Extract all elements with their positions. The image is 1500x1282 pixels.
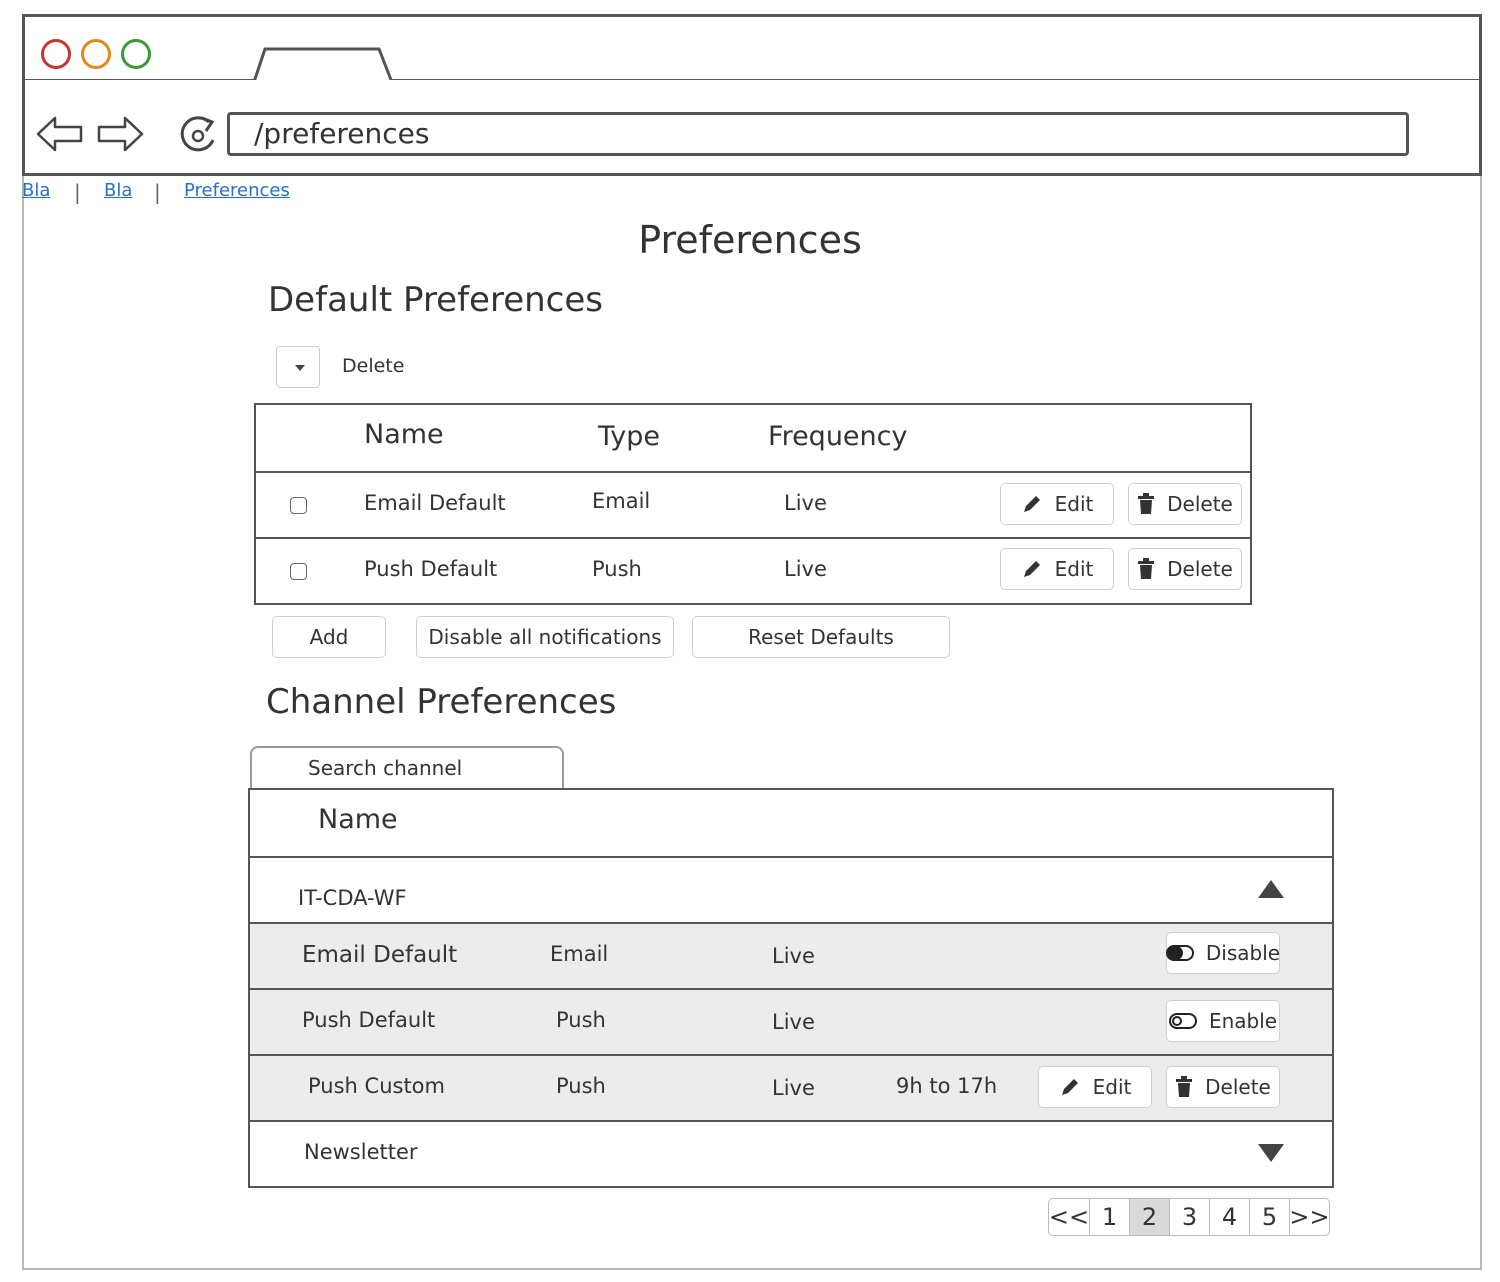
pagination-page-2[interactable]: 2 <box>1129 1199 1169 1235</box>
row-frequency: Live <box>772 1076 815 1100</box>
edit-button-label: Edit <box>1092 1075 1132 1099</box>
toggle-on-icon <box>1165 945 1194 961</box>
edit-button[interactable]: Edit <box>1000 483 1114 525</box>
row-checkbox[interactable] <box>290 497 307 514</box>
delete-button[interactable]: Delete <box>1128 548 1242 590</box>
table-row: Email Default Email Live Disable <box>250 924 1332 988</box>
default-preferences-table: Name Type Frequency Email Default Email … <box>254 403 1252 605</box>
pencil-icon <box>1023 496 1040 512</box>
delete-button-label: Delete <box>1205 1075 1271 1099</box>
add-button[interactable]: Add <box>272 616 386 658</box>
column-header-frequency: Frequency <box>768 421 908 452</box>
pagination-page-4[interactable]: 4 <box>1209 1199 1249 1235</box>
reset-defaults-button[interactable]: Reset Defaults <box>692 616 950 658</box>
close-window-icon[interactable] <box>41 39 71 69</box>
row-type: Push <box>556 1008 606 1032</box>
browser-titlebar <box>22 14 1482 86</box>
pagination-page-3[interactable]: 3 <box>1169 1199 1209 1235</box>
browser-navbar: /preferences <box>22 80 1482 176</box>
edit-button-label: Edit <box>1054 492 1094 516</box>
row-type: Push <box>592 557 642 581</box>
trash-icon <box>1138 493 1155 514</box>
column-header-name: Name <box>318 804 398 835</box>
channel-group-name: IT-CDA-WF <box>298 886 407 910</box>
breadcrumb-separator: | <box>74 180 81 204</box>
enable-button-label: Enable <box>1208 1009 1278 1033</box>
edit-button[interactable]: Edit <box>1000 548 1114 590</box>
row-name: Push Custom <box>308 1074 445 1098</box>
delete-button[interactable]: Delete <box>1128 483 1242 525</box>
table-row: Push Custom Push Live 9h to 17h Edit Del… <box>250 1056 1332 1120</box>
expand-triangle-icon[interactable] <box>1256 1142 1286 1164</box>
edit-button[interactable]: Edit <box>1038 1066 1152 1108</box>
collapse-triangle-icon[interactable] <box>1256 878 1286 900</box>
disable-all-notifications-button[interactable]: Disable all notifications <box>416 616 674 658</box>
pagination-page-1[interactable]: 1 <box>1089 1199 1129 1235</box>
forward-arrow-icon[interactable] <box>95 112 145 156</box>
bulk-select-dropdown[interactable] <box>276 346 320 388</box>
back-arrow-icon[interactable] <box>35 112 85 156</box>
row-frequency: Live <box>784 557 827 581</box>
delete-button-label: Delete <box>1167 492 1233 516</box>
trash-icon <box>1176 1076 1193 1097</box>
disable-button[interactable]: Disable <box>1165 932 1281 974</box>
row-divider <box>256 537 1250 539</box>
breadcrumb-link-2[interactable]: Bla <box>104 180 132 201</box>
breadcrumb-link-current[interactable]: Preferences <box>184 180 290 201</box>
disable-button-label: Disable <box>1205 941 1281 965</box>
address-bar[interactable]: /preferences <box>227 112 1409 156</box>
breadcrumb-separator: | <box>154 180 161 204</box>
pagination-page-5[interactable]: 5 <box>1249 1199 1289 1235</box>
enable-button[interactable]: Enable <box>1166 1000 1280 1042</box>
search-channel-input[interactable]: Search channel <box>250 746 564 790</box>
row-type: Email <box>550 942 609 966</box>
pencil-icon <box>1023 561 1040 577</box>
row-frequency: Live <box>772 944 815 968</box>
row-name: Email Default <box>302 942 458 968</box>
row-type: Email <box>592 489 651 513</box>
channel-preferences-heading: Channel Preferences <box>266 682 617 722</box>
edit-button-label: Edit <box>1054 557 1094 581</box>
column-header-type: Type <box>598 421 661 452</box>
pagination-prev[interactable]: << <box>1049 1199 1089 1235</box>
pagination: << 1 2 3 4 5 >> <box>1048 1198 1330 1236</box>
row-divider <box>256 471 1250 473</box>
row-checkbox[interactable] <box>290 563 307 580</box>
delete-button[interactable]: Delete <box>1166 1066 1280 1108</box>
caret-down-icon <box>295 365 305 371</box>
pencil-icon <box>1061 1079 1078 1095</box>
reload-icon[interactable] <box>175 112 221 158</box>
pagination-next[interactable]: >> <box>1289 1199 1329 1235</box>
channel-group-name: Newsletter <box>304 1140 418 1164</box>
row-frequency: Live <box>784 491 827 515</box>
bulk-delete-label[interactable]: Delete <box>342 355 404 377</box>
row-divider <box>250 856 1332 858</box>
row-schedule: 9h to 17h <box>896 1074 998 1098</box>
row-name: Push Default <box>302 1008 436 1032</box>
default-preferences-heading: Default Preferences <box>268 280 604 320</box>
page-title: Preferences <box>638 218 862 262</box>
row-frequency: Live <box>772 1010 815 1034</box>
delete-button-label: Delete <box>1167 557 1233 581</box>
maximize-window-icon[interactable] <box>121 39 151 69</box>
channel-preferences-table: Name IT-CDA-WF Email Default Email Live … <box>248 788 1334 1188</box>
row-type: Push <box>556 1074 606 1098</box>
row-divider <box>250 1120 1332 1122</box>
row-name: Push Default <box>364 557 498 581</box>
table-row: Push Default Push Live Enable <box>250 990 1332 1054</box>
toggle-off-icon <box>1168 1013 1197 1029</box>
column-header-name: Name <box>364 419 444 450</box>
breadcrumb-link-1[interactable]: Bla <box>22 180 50 201</box>
row-name: Email Default <box>364 491 506 515</box>
minimize-window-icon[interactable] <box>81 39 111 69</box>
trash-icon <box>1138 558 1155 579</box>
